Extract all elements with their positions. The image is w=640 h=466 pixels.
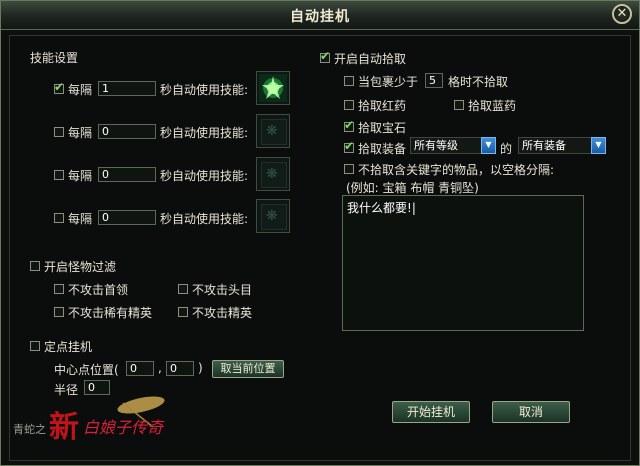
skill-row-3-checkbox[interactable] [54,170,64,180]
keyword-example: (例如: 宝箱 布帽 青铜坠) [346,181,479,195]
svg-text:青蛇之: 青蛇之 [13,422,46,436]
empty-skill-icon: ❋ [266,208,278,224]
no-attack-leader-label: 不攻击头目 [192,283,253,297]
no-attack-boss-label: 不攻击首领 [68,283,129,297]
empty-skill-icon: ❋ [266,166,278,182]
skill-row-3-prefix: 每隔 [68,169,93,183]
keyword-filter-checkbox[interactable] [344,164,354,174]
chevron-down-icon[interactable]: ▼ [481,137,496,154]
fixed-point-label: 定点挂机 [44,340,93,354]
pickup-gem-label: 拾取宝石 [358,121,407,135]
monster-filter-checkbox[interactable] [30,261,40,271]
no-attack-elite-checkbox[interactable] [178,307,188,317]
skill-row-4-suffix: 秒自动使用技能: [160,212,249,226]
skill-row-1-suffix: 秒自动使用技能: [160,83,249,97]
skill-row-1-checkbox[interactable] [54,80,64,94]
empty-skill-icon: ❋ [266,123,278,139]
auto-hang-window: 自动挂机 ✕ 技能设置 每隔 1 秒自动使用技能: 每隔 0 秒自动使用技能: … [0,0,640,466]
skill-row-2-interval-input[interactable]: 0 [98,124,156,139]
of-label: 的 [500,142,513,156]
get-current-position-button[interactable]: 取当前位置 [212,360,284,378]
skill-row-4-prefix: 每隔 [68,212,93,226]
window-title: 自动挂机 [290,9,350,25]
skill-slot-4[interactable]: ❋ [256,199,290,233]
skill-row-1-prefix: 每隔 [68,83,93,97]
skill-row-2-checkbox[interactable] [54,127,64,137]
svg-text:白娘子传奇: 白娘子传奇 [83,418,165,437]
skill-slot-1[interactable] [256,71,290,105]
keyword-filter-label: 不拾取含关键字的物品，以空格分隔: [358,163,555,177]
pickup-blue-potion-checkbox[interactable] [454,100,464,110]
skill-row-4-checkbox[interactable] [54,213,64,223]
no-attack-rare-elite-label: 不攻击稀有精英 [68,306,153,320]
skill-row-3-suffix: 秒自动使用技能: [160,169,249,183]
bag-limit-checkbox[interactable] [344,76,354,86]
title-bar: 自动挂机 ✕ [1,1,639,30]
pickup-red-potion-checkbox[interactable] [344,100,354,110]
no-attack-elite-label: 不攻击精英 [192,306,253,320]
keyword-textarea[interactable]: 我什么都要!| [342,195,584,331]
bag-limit-prefix: 当包裹少于 [358,75,419,89]
skill-row-2-suffix: 秒自动使用技能: [160,126,249,140]
cancel-button[interactable]: 取消 [492,401,570,423]
pickup-blue-potion-label: 拾取蓝药 [468,99,517,113]
coord-separator: , [158,361,162,375]
bag-limit-input[interactable]: 5 [425,73,443,88]
pickup-gem-checkbox[interactable] [344,118,354,132]
no-attack-boss-checkbox[interactable] [54,284,64,294]
center-y-input[interactable]: 0 [166,361,194,376]
text-cursor: | [411,201,416,215]
no-attack-leader-checkbox[interactable] [178,284,188,294]
skill-row-4-interval-input[interactable]: 0 [98,210,156,225]
logo-graphic: 青蛇之 新 白娘子传奇 [13,396,165,445]
skill-slot-2[interactable]: ❋ [256,114,290,148]
skills-heading: 技能设置 [30,51,79,65]
skill-row-1-interval-input[interactable]: 1 [98,81,156,96]
start-hang-button[interactable]: 开始挂机 [392,401,470,423]
close-icon: ✕ [616,6,628,21]
pickup-equip-checkbox[interactable] [344,139,354,153]
skill-slot-3[interactable]: ❋ [256,157,290,191]
close-button[interactable]: ✕ [612,4,632,24]
pickup-red-potion-label: 拾取红药 [358,99,407,113]
game-logo: 青蛇之 新 白娘子传奇 [11,393,211,453]
equip-type-value: 所有装备 [522,139,566,152]
skill-star-icon [259,74,287,102]
chevron-down-icon[interactable]: ▼ [591,137,606,154]
equip-level-select[interactable]: 所有等级 ▼ [410,137,496,154]
skill-row-2-prefix: 每隔 [68,126,93,140]
auto-pickup-label: 开启自动拾取 [334,52,407,66]
equip-type-select[interactable]: 所有装备 ▼ [518,137,606,154]
svg-text:新: 新 [49,410,79,445]
pickup-equip-label: 拾取装备 [358,142,407,156]
center-position-label: 中心点位置( [54,363,119,377]
center-x-input[interactable]: 0 [126,361,154,376]
center-close-paren: ) [198,361,203,375]
skill-row-3-interval-input[interactable]: 0 [98,167,156,182]
bag-limit-suffix: 格时不拾取 [448,75,509,89]
monster-filter-label: 开启怪物过滤 [44,260,117,274]
no-attack-rare-elite-checkbox[interactable] [54,307,64,317]
fixed-point-checkbox[interactable] [30,341,40,351]
keyword-text: 我什么都要! [347,201,412,215]
equip-level-value: 所有等级 [414,139,458,152]
auto-pickup-checkbox[interactable] [320,49,330,63]
